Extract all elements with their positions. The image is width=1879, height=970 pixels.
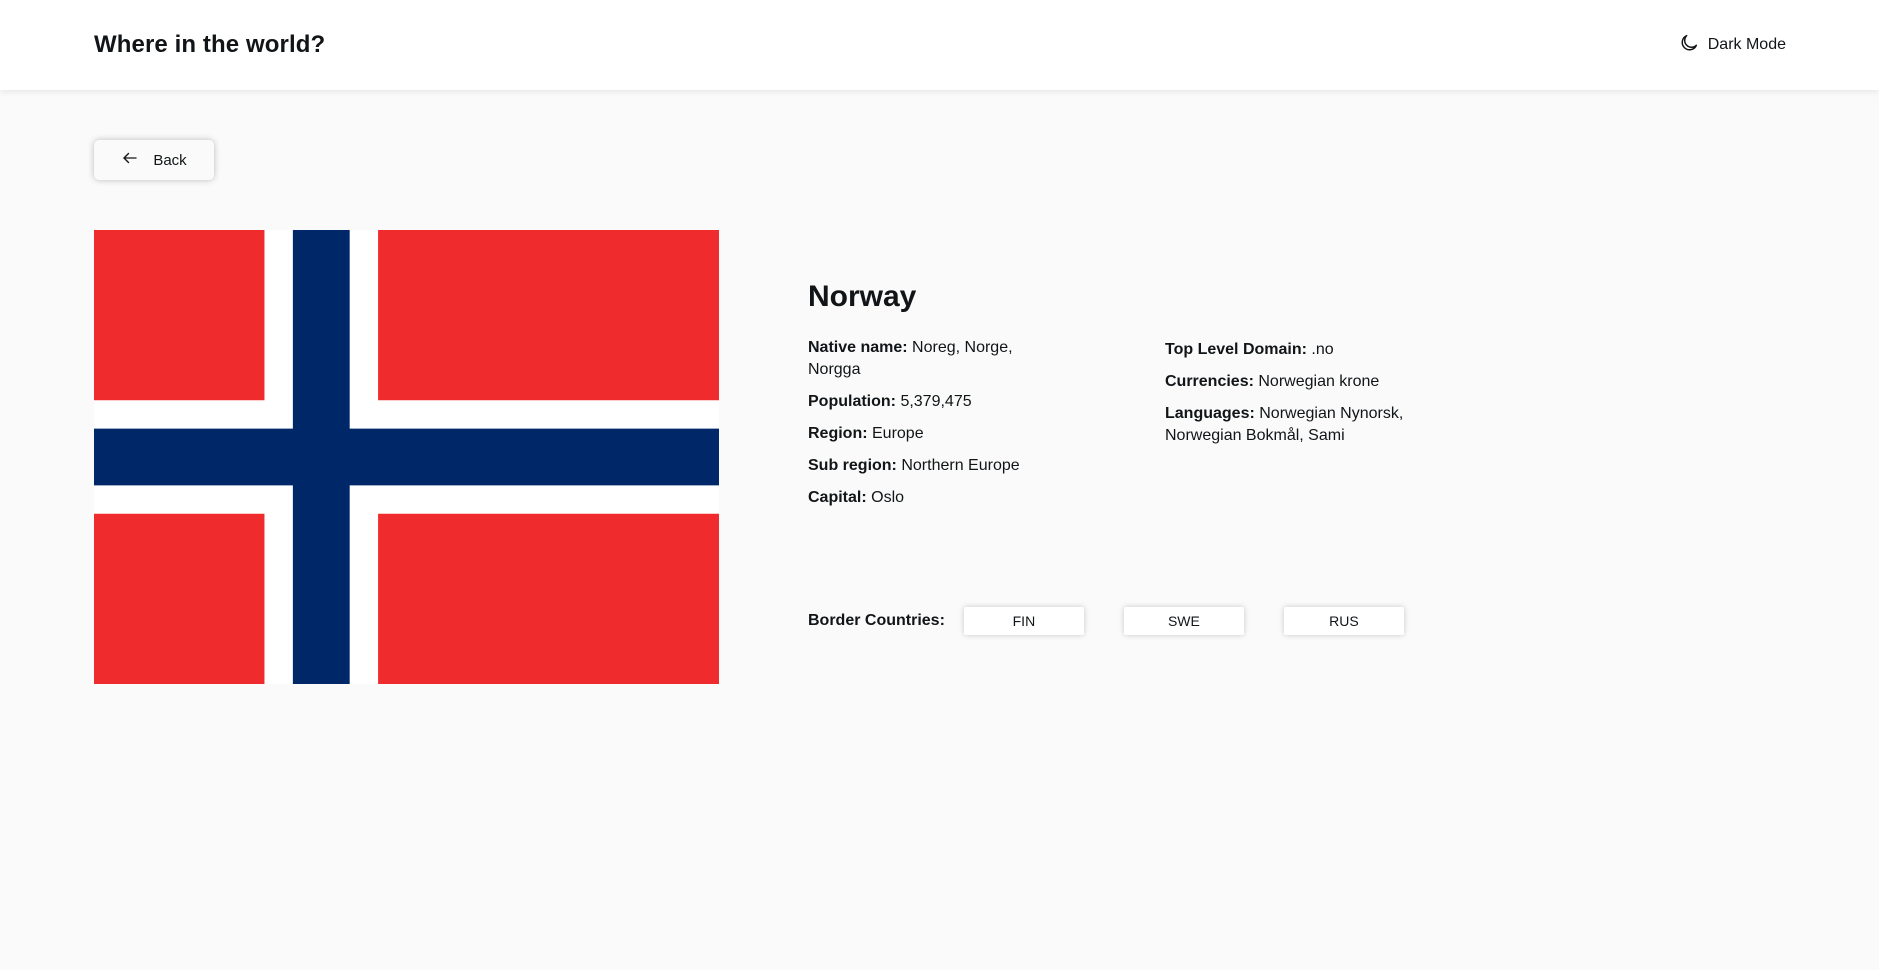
detail-label: Region: bbox=[808, 425, 868, 442]
detail-value: Europe bbox=[872, 425, 924, 442]
detail-sub-region: Sub region: Northern Europe bbox=[808, 455, 1048, 477]
border-country-button[interactable]: RUS bbox=[1283, 607, 1404, 635]
detail-languages: Languages: Norwegian Nynorsk, Norwegian … bbox=[1165, 403, 1435, 447]
detail-label: Currencies: bbox=[1165, 373, 1254, 390]
detail-value: Northern Europe bbox=[901, 457, 1020, 474]
detail-label: Top Level Domain: bbox=[1165, 341, 1307, 358]
details-left-column: Native name: Noreg, Norge, Norgga Popula… bbox=[808, 337, 1048, 519]
detail-currencies: Currencies: Norwegian krone bbox=[1165, 371, 1435, 393]
back-button[interactable]: Back bbox=[94, 140, 214, 180]
detail-native-name: Native name: Noreg, Norge, Norgga bbox=[808, 337, 1048, 381]
moon-icon bbox=[1678, 32, 1700, 59]
site-title: Where in the world? bbox=[94, 31, 326, 58]
dark-mode-label: Dark Mode bbox=[1707, 36, 1786, 53]
detail-label: Languages: bbox=[1165, 405, 1255, 422]
border-country-button[interactable]: FIN bbox=[963, 607, 1084, 635]
country-name: Norway bbox=[808, 280, 917, 313]
detail-label: Capital: bbox=[808, 489, 867, 506]
header: Where in the world? Dark Mode bbox=[0, 0, 1879, 90]
country-details: Norway bbox=[808, 280, 916, 338]
details-right-column: Top Level Domain: .no Currencies: Norweg… bbox=[1165, 339, 1435, 457]
detail-label: Native name: bbox=[808, 339, 908, 356]
arrow-left-icon bbox=[121, 149, 139, 171]
back-label: Back bbox=[153, 151, 187, 169]
detail-value: Oslo bbox=[871, 489, 905, 506]
country-flag bbox=[94, 230, 719, 684]
border-countries: Border Countries: FIN SWE RUS bbox=[808, 607, 1444, 635]
detail-value: .no bbox=[1311, 341, 1334, 358]
detail-top-level-domain: Top Level Domain: .no bbox=[1165, 339, 1435, 361]
detail-region: Region: Europe bbox=[808, 423, 1048, 445]
dark-mode-toggle[interactable]: Dark Mode bbox=[1678, 32, 1786, 59]
border-countries-label: Border Countries: bbox=[808, 612, 945, 629]
detail-population: Population: 5,379,475 bbox=[808, 391, 1048, 413]
detail-value: 5,379,475 bbox=[900, 393, 972, 410]
detail-label: Population: bbox=[808, 393, 896, 410]
detail-value: Norwegian krone bbox=[1258, 373, 1380, 390]
border-country-button[interactable]: SWE bbox=[1123, 607, 1244, 635]
detail-label: Sub region: bbox=[808, 457, 897, 474]
detail-capital: Capital: Oslo bbox=[808, 487, 1048, 509]
